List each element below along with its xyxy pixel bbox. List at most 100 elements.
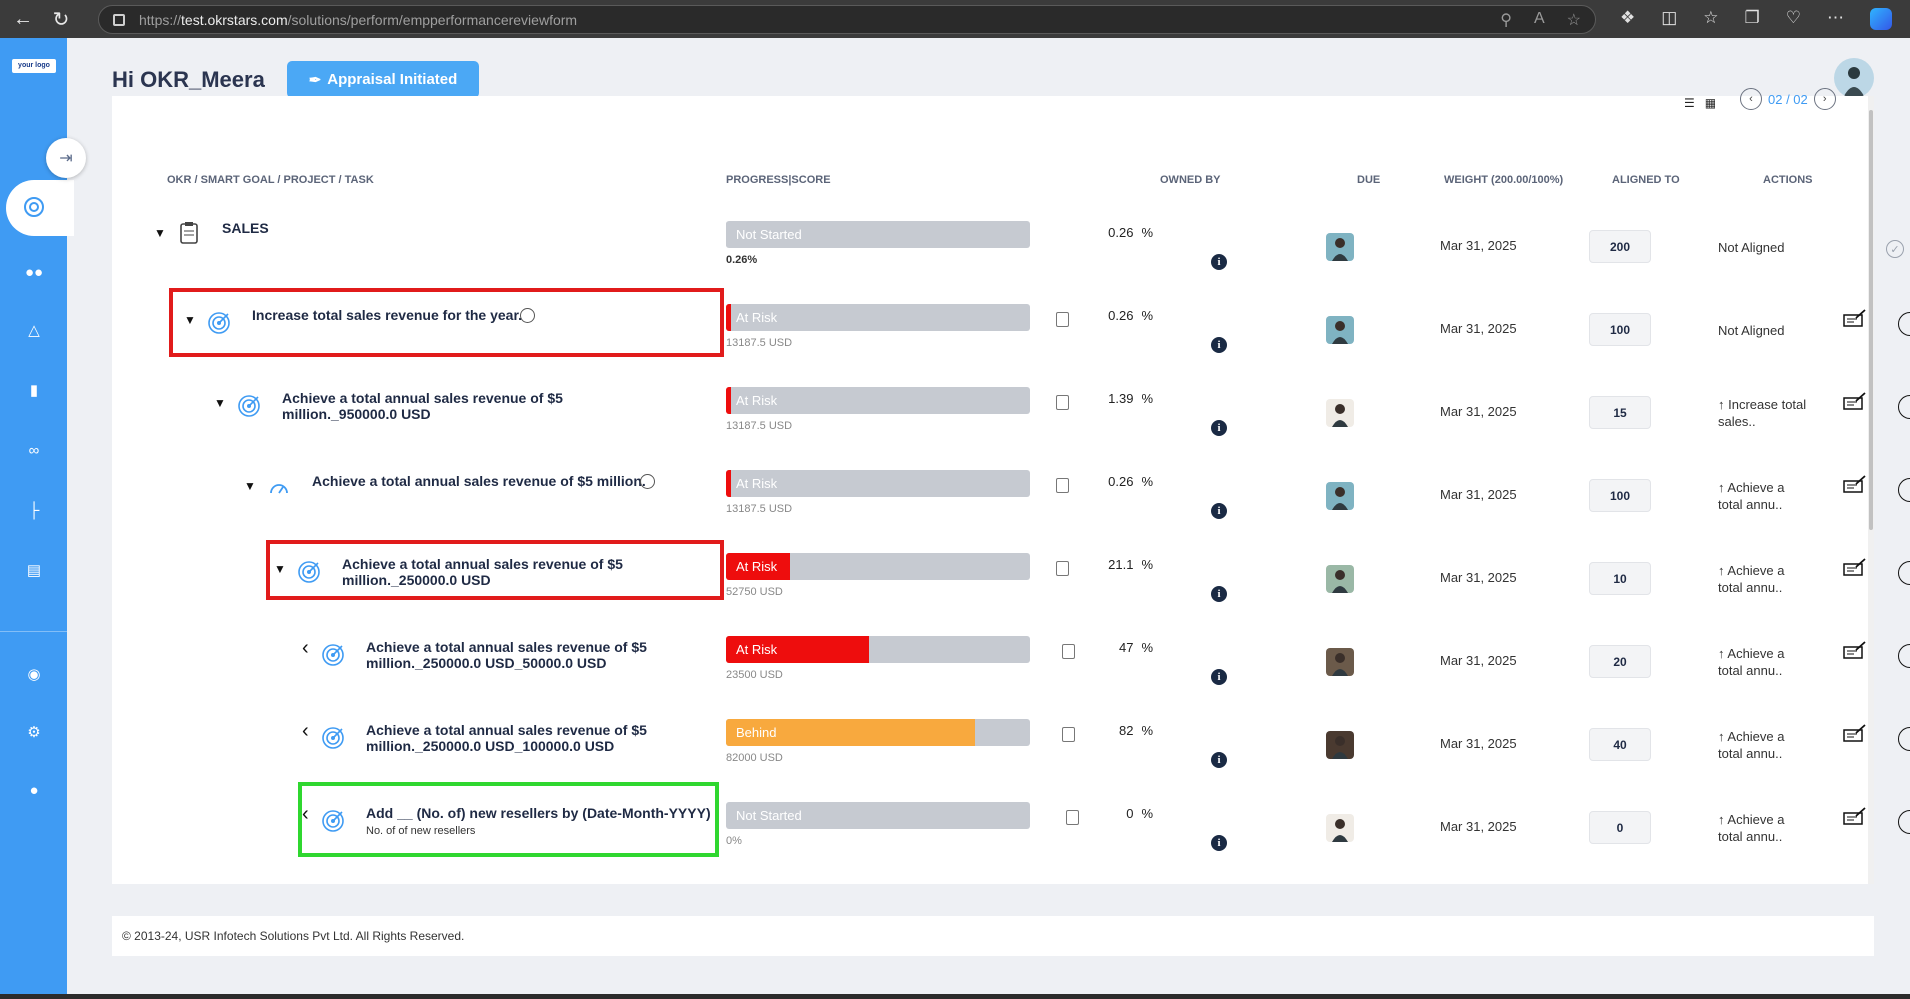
info-icon[interactable]: i [1211,835,1227,851]
owner-avatar[interactable] [1326,399,1354,427]
key-icon[interactable]: ⚲ [1500,10,1512,30]
info-icon[interactable]: i [1211,420,1227,436]
sign-off-icon[interactable] [1843,807,1867,827]
aligned-to[interactable]: ↑ Increase total sales.. [1718,396,1808,430]
address-bar[interactable]: https://test.okrstars.com/solutions/perf… [98,5,1596,34]
collapse-sidebar-icon[interactable]: ⇥ [46,138,86,178]
split-screen-icon[interactable]: ◫ [1661,8,1677,30]
back-icon[interactable]: ← [8,4,38,34]
prev-page-icon[interactable]: ‹ [1740,88,1762,110]
goal-title[interactable]: SALES [222,220,582,236]
people-tree-icon[interactable]: △ [22,318,46,342]
table-row[interactable]: ▼ Achieve a total annual sales revenue of… [112,457,1910,540]
team-icon[interactable]: ●● [22,260,46,284]
expand-caret-icon[interactable]: ▼ [154,226,166,240]
goal-title[interactable]: Achieve a total annual sales revenue of … [312,473,672,489]
read-aloud-icon[interactable]: A [1534,10,1545,30]
owner-avatar[interactable] [1326,814,1354,842]
list-view-icon[interactable]: ☰ [1684,96,1695,110]
info-icon[interactable]: i [1211,503,1227,519]
copilot-icon[interactable] [1870,8,1892,30]
note-icon[interactable] [1062,727,1075,742]
owner-avatar[interactable] [1326,648,1354,676]
note-icon[interactable] [1062,644,1075,659]
group-icon[interactable]: ◉ [22,662,46,686]
collapse-caret-icon[interactable]: ‹ [302,720,309,743]
info-icon[interactable]: i [1211,669,1227,685]
sign-off-icon[interactable] [1843,309,1867,329]
weight-field[interactable]: 40 [1589,728,1651,761]
favorite-icon[interactable]: ☆ [1567,10,1581,30]
note-icon[interactable] [1056,561,1069,576]
goal-title[interactable]: Achieve a total annual sales revenue of … [366,722,666,754]
weight-field[interactable]: 200 [1589,230,1651,263]
report-icon[interactable]: ▤ [22,558,46,582]
owner-avatar[interactable] [1326,316,1354,344]
weight-field[interactable]: 100 [1589,313,1651,346]
collapse-caret-icon[interactable]: ‹ [302,637,309,660]
table-row[interactable]: ‹ Achieve a total annual sales revenue of… [112,706,1910,789]
owner-avatar[interactable] [1326,565,1354,593]
more-icon[interactable]: ⋯ [1827,8,1844,30]
aligned-to[interactable]: ↑ Achieve a total annu.. [1718,811,1808,845]
globe-icon[interactable] [640,474,655,489]
table-row[interactable]: ▼ Achieve a total annual sales revenue of… [112,374,1910,457]
progress-percent: 82% [1088,723,1153,738]
weight-field[interactable]: 100 [1589,479,1651,512]
due-date: Mar 31, 2025 [1440,819,1517,834]
aligned-to[interactable]: ↑ Achieve a total annu.. [1718,728,1808,762]
handshake-icon[interactable]: ∞ [22,438,46,462]
avatar[interactable] [1834,58,1874,98]
owner-avatar[interactable] [1326,233,1354,261]
target-icon[interactable] [22,195,46,219]
sign-off-icon[interactable] [1843,558,1867,578]
sign-off-icon[interactable] [1843,641,1867,661]
info-icon[interactable]: i [1211,337,1227,353]
goal-title[interactable]: Achieve a total annual sales revenue of … [366,639,666,671]
collections-icon[interactable]: ❐ [1745,8,1760,30]
highlight-box-red [169,288,724,357]
aligned-to[interactable]: ↑ Achieve a total annu.. [1718,645,1808,679]
info-icon[interactable]: i [1211,752,1227,768]
sign-off-icon[interactable] [1843,392,1867,412]
owner-avatar[interactable] [1326,482,1354,510]
settings-icon[interactable]: ⚙ [22,720,46,744]
info-icon[interactable]: i [1211,586,1227,602]
page-title: Hi OKR_Meera [112,67,265,92]
sign-off-icon[interactable] [1843,724,1867,744]
target-icon [320,724,346,750]
aligned-to[interactable]: ↑ Achieve a total annu.. [1718,479,1808,513]
goal-title[interactable]: Achieve a total annual sales revenue of … [282,390,582,422]
note-icon[interactable] [1066,810,1079,825]
health-icon[interactable]: ♡ [1786,8,1801,30]
check-circle-icon[interactable]: ✓ [1886,240,1904,258]
weight-field[interactable]: 15 [1589,396,1651,429]
expand-caret-icon[interactable]: ▼ [244,479,256,493]
extensions-icon[interactable]: ❖ [1620,8,1635,30]
table-row[interactable]: ▼ SALES Not Started 0.26% 0.26% i Mar 31, 2025… [112,208,1904,291]
user-icon[interactable]: ● [22,778,46,802]
note-icon[interactable] [1056,478,1069,493]
aligned-to[interactable]: ↑ Achieve a total annu.. [1718,562,1808,596]
expand-caret-icon[interactable]: ▼ [214,396,226,410]
progress-percent-value: 0 [1126,806,1134,821]
weight-field[interactable]: 10 [1589,562,1651,595]
grid-view-icon[interactable]: ▦ [1705,96,1716,110]
next-page-icon[interactable]: › [1813,88,1836,110]
note-icon[interactable] [1056,312,1069,327]
sign-off-icon[interactable] [1843,475,1867,495]
note-icon[interactable] [1056,395,1069,410]
weight-field[interactable]: 20 [1589,645,1651,678]
info-icon[interactable]: i [1211,254,1227,270]
weight-field[interactable]: 0 [1589,811,1651,844]
hierarchy-icon[interactable]: ├ [22,498,46,522]
appraisal-status-button[interactable]: ✒ Appraisal Initiated [287,61,479,98]
table-row[interactable]: ‹ Achieve a total annual sales revenue of… [112,623,1910,706]
owner-avatar[interactable] [1326,731,1354,759]
refresh-icon[interactable]: ↻ [46,4,76,34]
due-date: Mar 31, 2025 [1440,487,1517,502]
percent-sign: % [1141,225,1153,240]
book-icon[interactable]: ▮ [22,378,46,402]
favorites-icon[interactable]: ☆ [1703,8,1718,30]
progress-percent: 47% [1088,640,1153,655]
